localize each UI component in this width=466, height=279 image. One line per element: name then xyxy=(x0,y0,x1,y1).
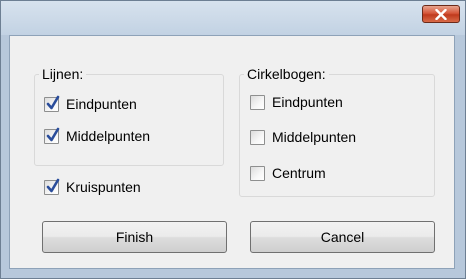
cirkelbogen-middelpunten-checkbox[interactable]: Middelpunten xyxy=(250,127,356,147)
dialog-client-area: Lijnen: Eindpunten Middelpunten Kruispun… xyxy=(9,35,455,269)
cancel-button[interactable]: Cancel xyxy=(250,221,435,253)
checkbox-label: Centrum xyxy=(272,165,326,181)
checkmark-icon xyxy=(46,178,60,192)
checkbox-box[interactable] xyxy=(250,94,265,110)
checkbox-label: Eindpunten xyxy=(272,94,343,110)
checkmark-icon xyxy=(46,127,60,141)
lijnen-group-title: Lijnen: xyxy=(39,66,87,82)
checkbox-box[interactable] xyxy=(250,129,265,145)
lijnen-middelpunten-checkbox[interactable]: Middelpunten xyxy=(44,126,150,146)
checkbox-label: Middelpunten xyxy=(66,128,151,144)
checkbox-box[interactable] xyxy=(250,165,265,181)
checkmark-icon xyxy=(46,95,60,109)
kruispunten-checkbox[interactable]: Kruispunten xyxy=(44,177,141,197)
close-icon xyxy=(435,8,447,20)
title-bar[interactable] xyxy=(1,1,465,35)
checkbox-box[interactable] xyxy=(44,178,60,195)
lijnen-eindpunten-checkbox[interactable]: Eindpunten xyxy=(44,94,137,114)
dialog-window: Lijnen: Eindpunten Middelpunten Kruispun… xyxy=(0,0,466,279)
checkbox-box[interactable] xyxy=(44,95,60,112)
cirkelbogen-centrum-checkbox[interactable]: Centrum xyxy=(250,163,326,183)
lijnen-group: Lijnen: xyxy=(34,66,224,166)
close-button[interactable] xyxy=(422,5,460,23)
cirkelbogen-eindpunten-checkbox[interactable]: Eindpunten xyxy=(250,92,343,112)
cirkelbogen-group-title: Cirkelbogen: xyxy=(244,66,329,82)
finish-button[interactable]: Finish xyxy=(42,221,227,253)
checkbox-box[interactable] xyxy=(44,127,60,144)
checkbox-label: Kruispunten xyxy=(66,179,141,195)
checkbox-label: Eindpunten xyxy=(66,96,137,112)
checkbox-label: Middelpunten xyxy=(272,129,357,145)
